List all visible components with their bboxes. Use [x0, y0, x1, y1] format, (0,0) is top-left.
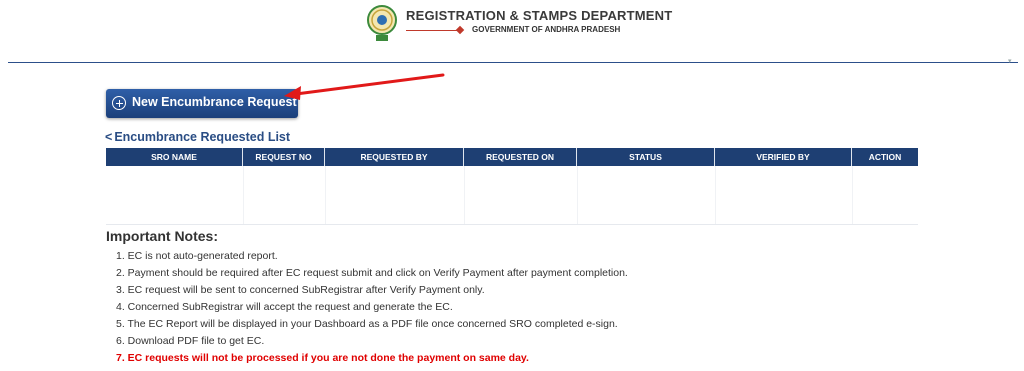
column-header-request-no[interactable]: REQUEST NO: [243, 148, 325, 166]
column-divider: [577, 166, 578, 224]
chevron-left-icon[interactable]: <: [105, 130, 112, 144]
column-divider: [243, 166, 244, 224]
column-header-status[interactable]: STATUS: [577, 148, 715, 166]
column-header-requested-by[interactable]: REQUESTED BY: [325, 148, 464, 166]
table-body-empty: [106, 166, 918, 225]
column-header-requested-on[interactable]: REQUESTED ON: [464, 148, 577, 166]
column-header-sro-name[interactable]: SRO NAME: [106, 148, 243, 166]
column-header-verified-by[interactable]: VERIFIED BY: [715, 148, 852, 166]
column-header-action[interactable]: ACTION: [852, 148, 918, 166]
table-header: SRO NAME REQUEST NO REQUESTED BY REQUEST…: [106, 148, 918, 166]
note-item: 6. Download PDF file to get EC.: [116, 335, 265, 347]
note-item: 5. The EC Report will be displayed in yo…: [116, 318, 618, 330]
column-divider: [464, 166, 465, 224]
encumbrance-table: SRO NAME REQUEST NO REQUESTED BY REQUEST…: [106, 148, 918, 225]
note-item: 1. EC is not auto-generated report.: [116, 250, 278, 262]
column-divider: [325, 166, 326, 224]
list-title[interactable]: < Encumbrance Requested List: [105, 130, 290, 144]
note-item: 3. EC request will be sent to concerned …: [116, 284, 485, 296]
column-divider: [852, 166, 853, 224]
column-divider: [715, 166, 716, 224]
note-item: 4. Concerned SubRegistrar will accept th…: [116, 301, 453, 313]
note-item-warning: 7. EC requests will not be processed if …: [116, 352, 529, 364]
note-item: 2. Payment should be required after EC r…: [116, 267, 628, 279]
important-notes-title: Important Notes:: [106, 228, 218, 244]
important-notes-list: 1. EC is not auto-generated report. 2. P…: [116, 248, 628, 367]
